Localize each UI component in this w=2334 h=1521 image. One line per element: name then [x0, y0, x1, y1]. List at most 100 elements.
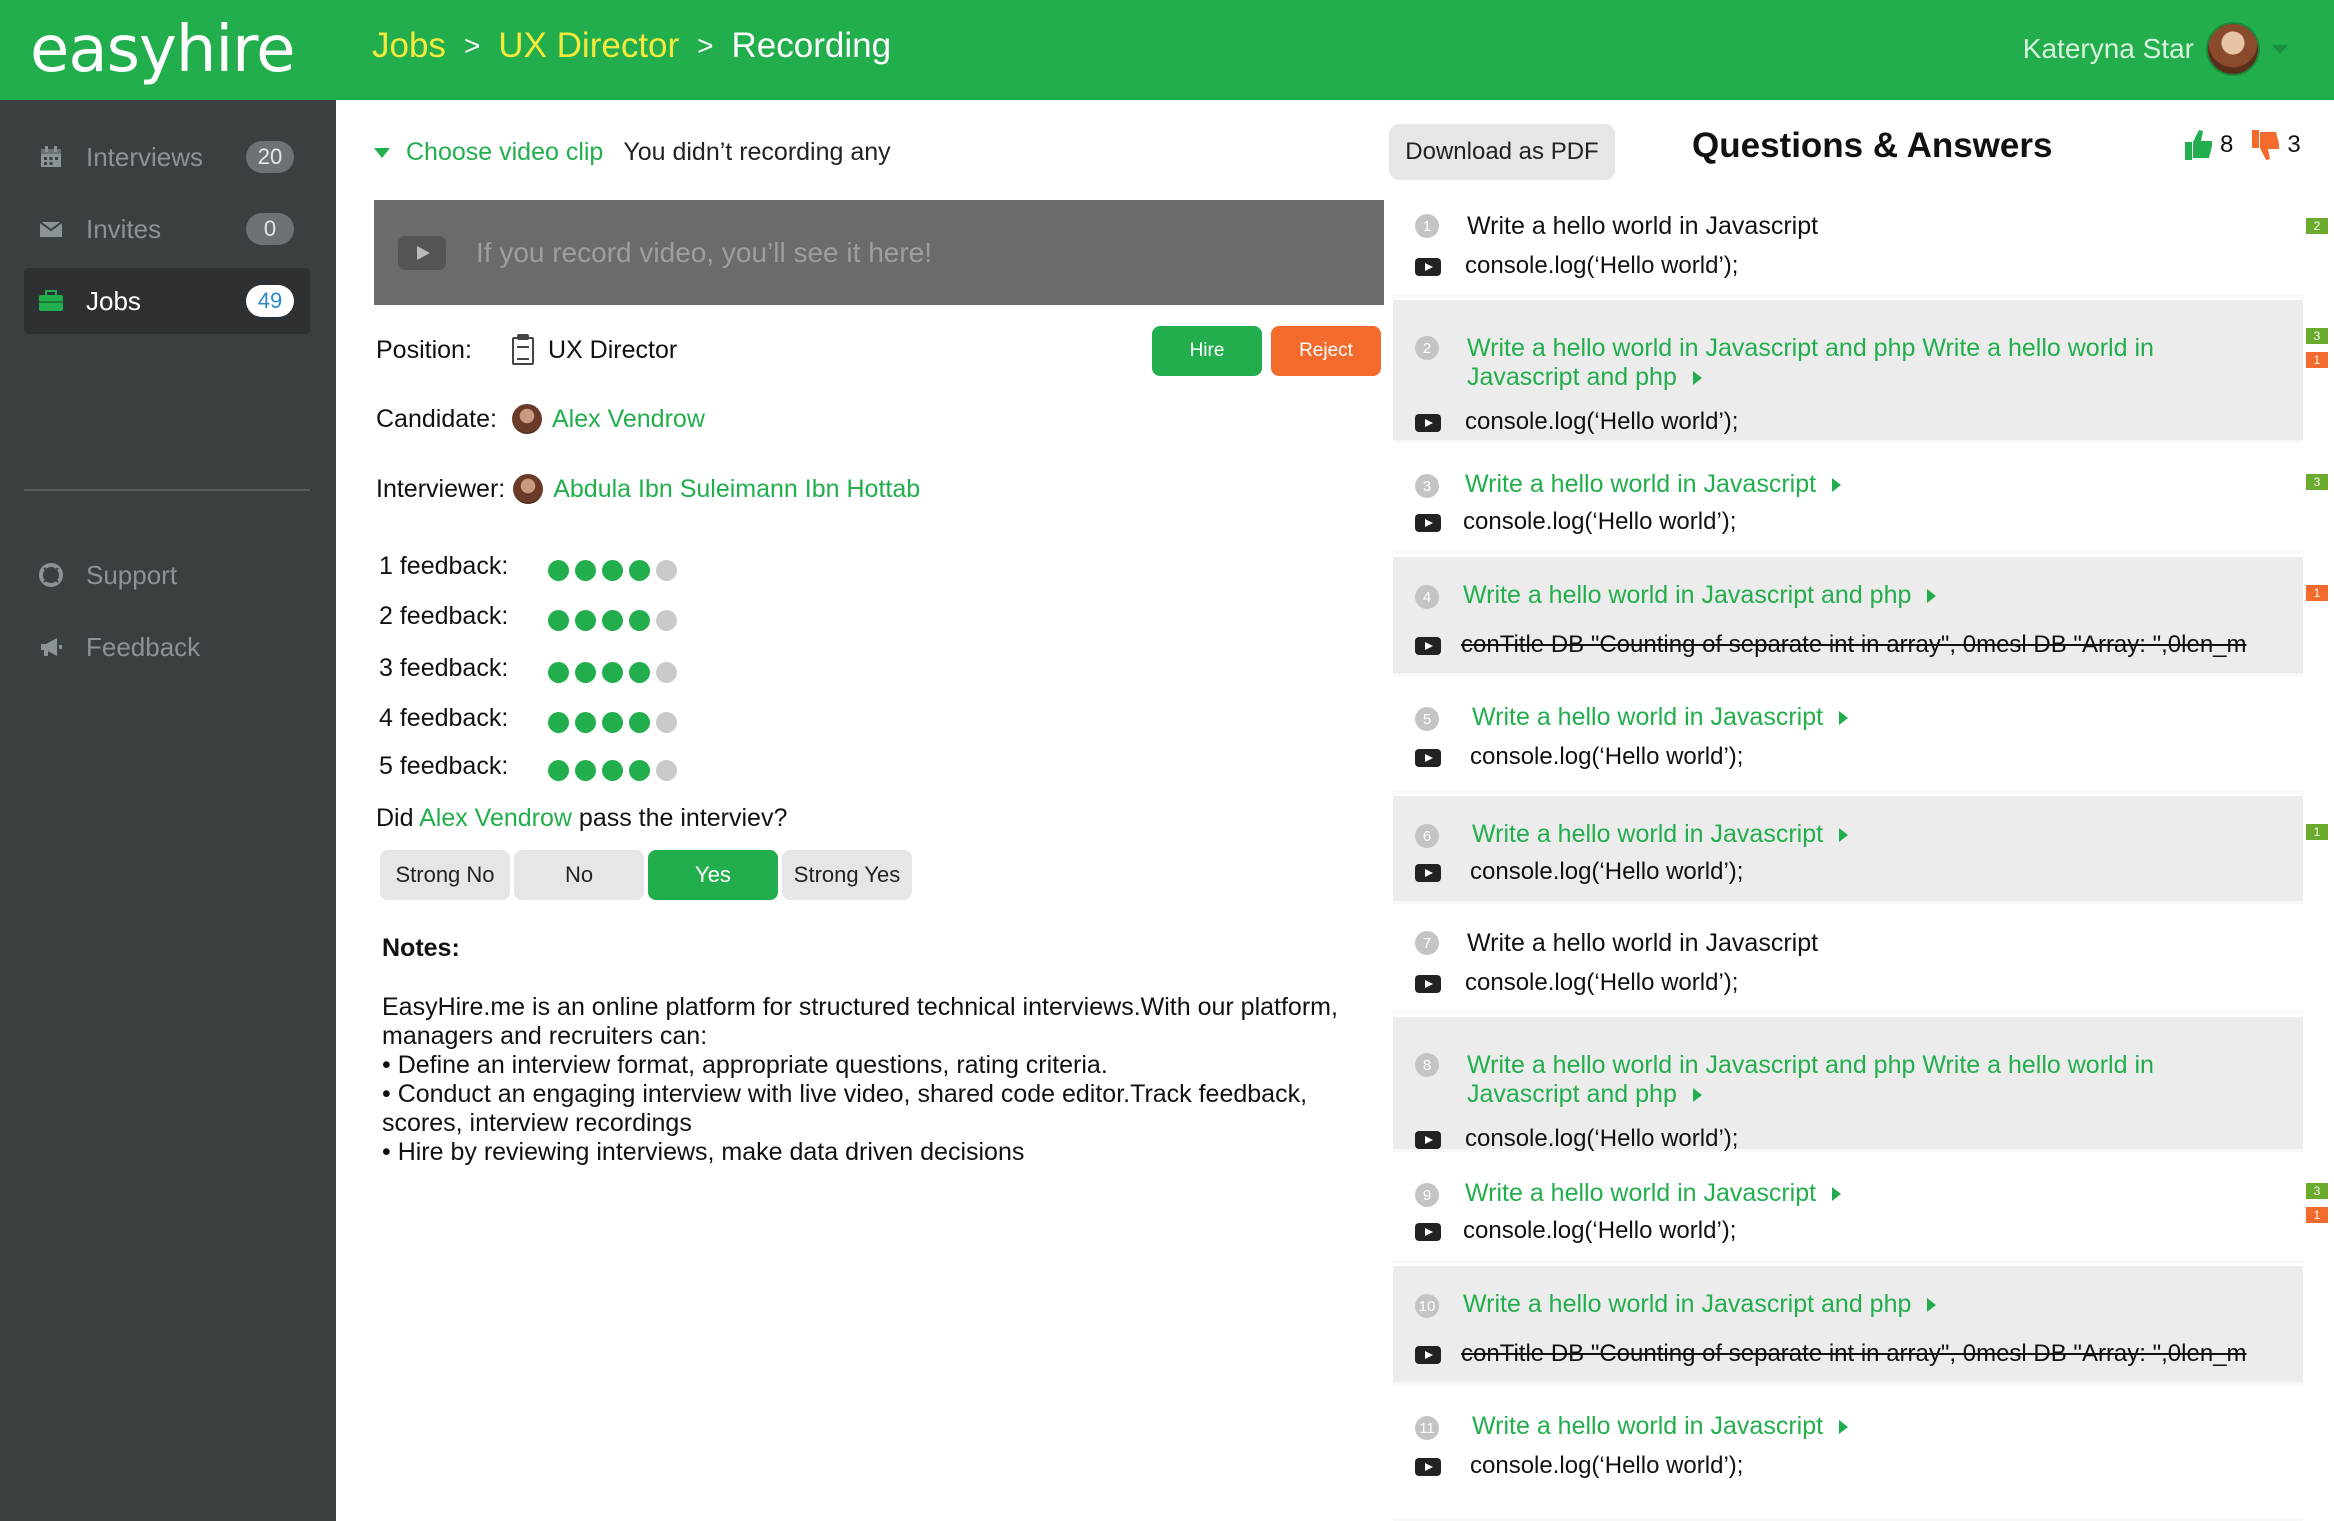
question-label: Write a hello world in Javascript and ph…	[1463, 1290, 1912, 1318]
question-number: 4	[1415, 585, 1439, 609]
video-play-icon[interactable]	[1415, 637, 1441, 655]
rating-dots	[548, 712, 677, 733]
question-item[interactable]: 8 Write a hello world in Javascript and p…	[1393, 1017, 2303, 1152]
video-play-icon[interactable]	[1415, 514, 1441, 532]
question-text[interactable]: Write a hello world in Javascript	[1465, 470, 2273, 499]
sidebar-item-label: Feedback	[86, 631, 201, 662]
question-item[interactable]: 9 Write a hello world in Javascript consol…	[1393, 1155, 2303, 1263]
video-play-icon[interactable]	[1415, 1131, 1441, 1149]
video-play-icon[interactable]	[1415, 258, 1441, 276]
rating-dot-filled	[602, 610, 623, 631]
avatar	[513, 474, 544, 504]
expand-arrow-icon[interactable]	[1839, 711, 1849, 726]
question-text[interactable]: Write a hello world in Javascript and ph…	[1467, 334, 2273, 392]
clipboard-icon	[512, 333, 534, 365]
position-row: Position: UX Director	[376, 333, 677, 365]
calendar-icon	[38, 144, 64, 170]
expand-arrow-icon[interactable]	[1832, 478, 1842, 493]
rating-dot-filled	[629, 712, 650, 733]
question-text[interactable]: Write a hello world in Javascript	[1472, 703, 2273, 732]
candidate-link[interactable]: Alex Vendrow	[419, 804, 572, 832]
answer-text: conTitle DB "Counting of separate int in…	[1461, 631, 2247, 658]
question-text[interactable]: Write a hello world in Javascript and ph…	[1463, 1290, 2273, 1319]
sidebar-item-interviews[interactable]: Interviews 20	[24, 124, 310, 190]
sidebar-item-invites[interactable]: Invites 0	[24, 196, 310, 262]
no-button[interactable]: No	[514, 850, 644, 900]
strong-no-button[interactable]: Strong No	[380, 850, 510, 900]
question-item[interactable]: 10 Write a hello world in Javascript and …	[1393, 1266, 2303, 1385]
video-play-icon[interactable]	[1415, 414, 1441, 432]
interviewer-row: Interviewer: Abdula Ibn Suleimann Ibn Ho…	[376, 474, 920, 504]
expand-arrow-icon[interactable]	[1927, 589, 1937, 604]
question-text: Write a hello world in Javascript	[1467, 929, 2273, 958]
user-menu[interactable]: Kateryna Star	[2023, 22, 2288, 76]
video-play-icon[interactable]	[1415, 864, 1441, 882]
breadcrumb: Jobs > UX Director > Recording	[372, 26, 891, 66]
question-label: Write a hello world in Javascript	[1472, 1412, 1824, 1440]
question-number: 7	[1415, 931, 1439, 955]
question-text[interactable]: Write a hello world in Javascript and ph…	[1463, 581, 2273, 610]
question-item[interactable]: 1 Write a hello world in Javascript consol…	[1393, 190, 2303, 297]
video-play-icon[interactable]	[1415, 749, 1441, 767]
yes-button[interactable]: Yes	[648, 850, 778, 900]
question-item[interactable]: 11 Write a hello world in Javascript conso…	[1393, 1388, 2303, 1521]
rating-dot-empty	[656, 712, 677, 733]
expand-arrow-icon[interactable]	[1839, 1420, 1849, 1435]
question-item[interactable]: 7 Write a hello world in Javascript consol…	[1393, 907, 2303, 1014]
top-bar: easyhire Jobs > UX Director > Recording …	[0, 0, 2334, 100]
video-play-icon[interactable]	[1415, 1458, 1441, 1476]
expand-arrow-icon[interactable]	[1839, 828, 1849, 843]
question-text[interactable]: Write a hello world in Javascript	[1472, 1412, 2273, 1441]
question-item[interactable]: 4 Write a hello world in Javascript and p…	[1393, 557, 2303, 676]
answer-text: console.log(‘Hello world’);	[1470, 1452, 1744, 1479]
strong-yes-button[interactable]: Strong Yes	[782, 850, 912, 900]
chevron-down-icon[interactable]	[2272, 44, 2288, 54]
question-number: 8	[1415, 1053, 1439, 1077]
video-player[interactable]: If you record video, you’ll see it here!	[374, 200, 1384, 305]
question-item[interactable]: 5 Write a hello world in Javascript consol…	[1393, 679, 2303, 793]
question-number: 6	[1415, 824, 1439, 848]
sidebar-item-support[interactable]: Support	[24, 542, 310, 608]
caret-down-icon[interactable]	[374, 147, 390, 158]
question-item[interactable]: 3 Write a hello world in Javascript consol…	[1393, 446, 2303, 554]
feedback-label: 1 feedback:	[379, 552, 509, 580]
upvote-marker: 3	[2306, 474, 2328, 490]
avatar	[2206, 22, 2260, 76]
expand-arrow-icon[interactable]	[1927, 1298, 1937, 1313]
download-pdf-button[interactable]: Download as PDF	[1389, 124, 1615, 180]
video-play-icon[interactable]	[1415, 975, 1441, 993]
easyhire-logo[interactable]: easyhire	[30, 13, 295, 87]
question-item[interactable]: 2 Write a hello world in Javascript and p…	[1393, 300, 2303, 443]
candidate-link[interactable]: Alex Vendrow	[552, 405, 705, 434]
video-play-icon[interactable]	[1415, 1346, 1441, 1364]
sidebar-item-jobs[interactable]: Jobs 49	[24, 268, 310, 334]
feedback-label: 2 feedback:	[379, 602, 509, 630]
rating-dot-empty	[656, 560, 677, 581]
choose-video-clip-link[interactable]: Choose video clip	[406, 138, 603, 167]
play-icon[interactable]	[398, 235, 446, 270]
user-name: Kateryna Star	[2022, 33, 2194, 64]
expand-arrow-icon[interactable]	[1692, 1088, 1702, 1103]
interviewer-link[interactable]: Abdula Ibn Suleimann Ibn Hottab	[553, 475, 920, 504]
recording-status: You didn’t recording any	[623, 138, 891, 166]
question-text[interactable]: Write a hello world in Javascript	[1465, 1179, 2273, 1208]
video-play-icon[interactable]	[1415, 1223, 1441, 1241]
answer-text: console.log(‘Hello world’);	[1463, 508, 1737, 535]
answer-text: console.log(‘Hello world’);	[1470, 858, 1744, 885]
breadcrumb-ux-director[interactable]: UX Director	[498, 26, 679, 66]
question-label: Write a hello world in Javascript	[1467, 929, 1819, 957]
sidebar-item-label: Jobs	[86, 285, 141, 316]
breadcrumb-jobs[interactable]: Jobs	[372, 26, 446, 66]
expand-arrow-icon[interactable]	[1692, 371, 1702, 386]
rating-dots	[548, 760, 677, 781]
expand-arrow-icon[interactable]	[1832, 1187, 1842, 1202]
question-text[interactable]: Write a hello world in Javascript	[1472, 820, 2273, 849]
question-item[interactable]: 6 Write a hello world in Javascript consol…	[1393, 796, 2303, 904]
question-text[interactable]: Write a hello world in Javascript and ph…	[1467, 1051, 2273, 1109]
sidebar-item-feedback[interactable]: Feedback	[24, 614, 310, 680]
hire-button[interactable]: Hire	[1152, 326, 1262, 376]
upvote-marker: 1	[2306, 824, 2328, 840]
video-clip-chooser: Choose video clip You didn’t recording a…	[374, 138, 891, 167]
rating-dot-filled	[548, 610, 569, 631]
reject-button[interactable]: Reject	[1271, 326, 1381, 376]
